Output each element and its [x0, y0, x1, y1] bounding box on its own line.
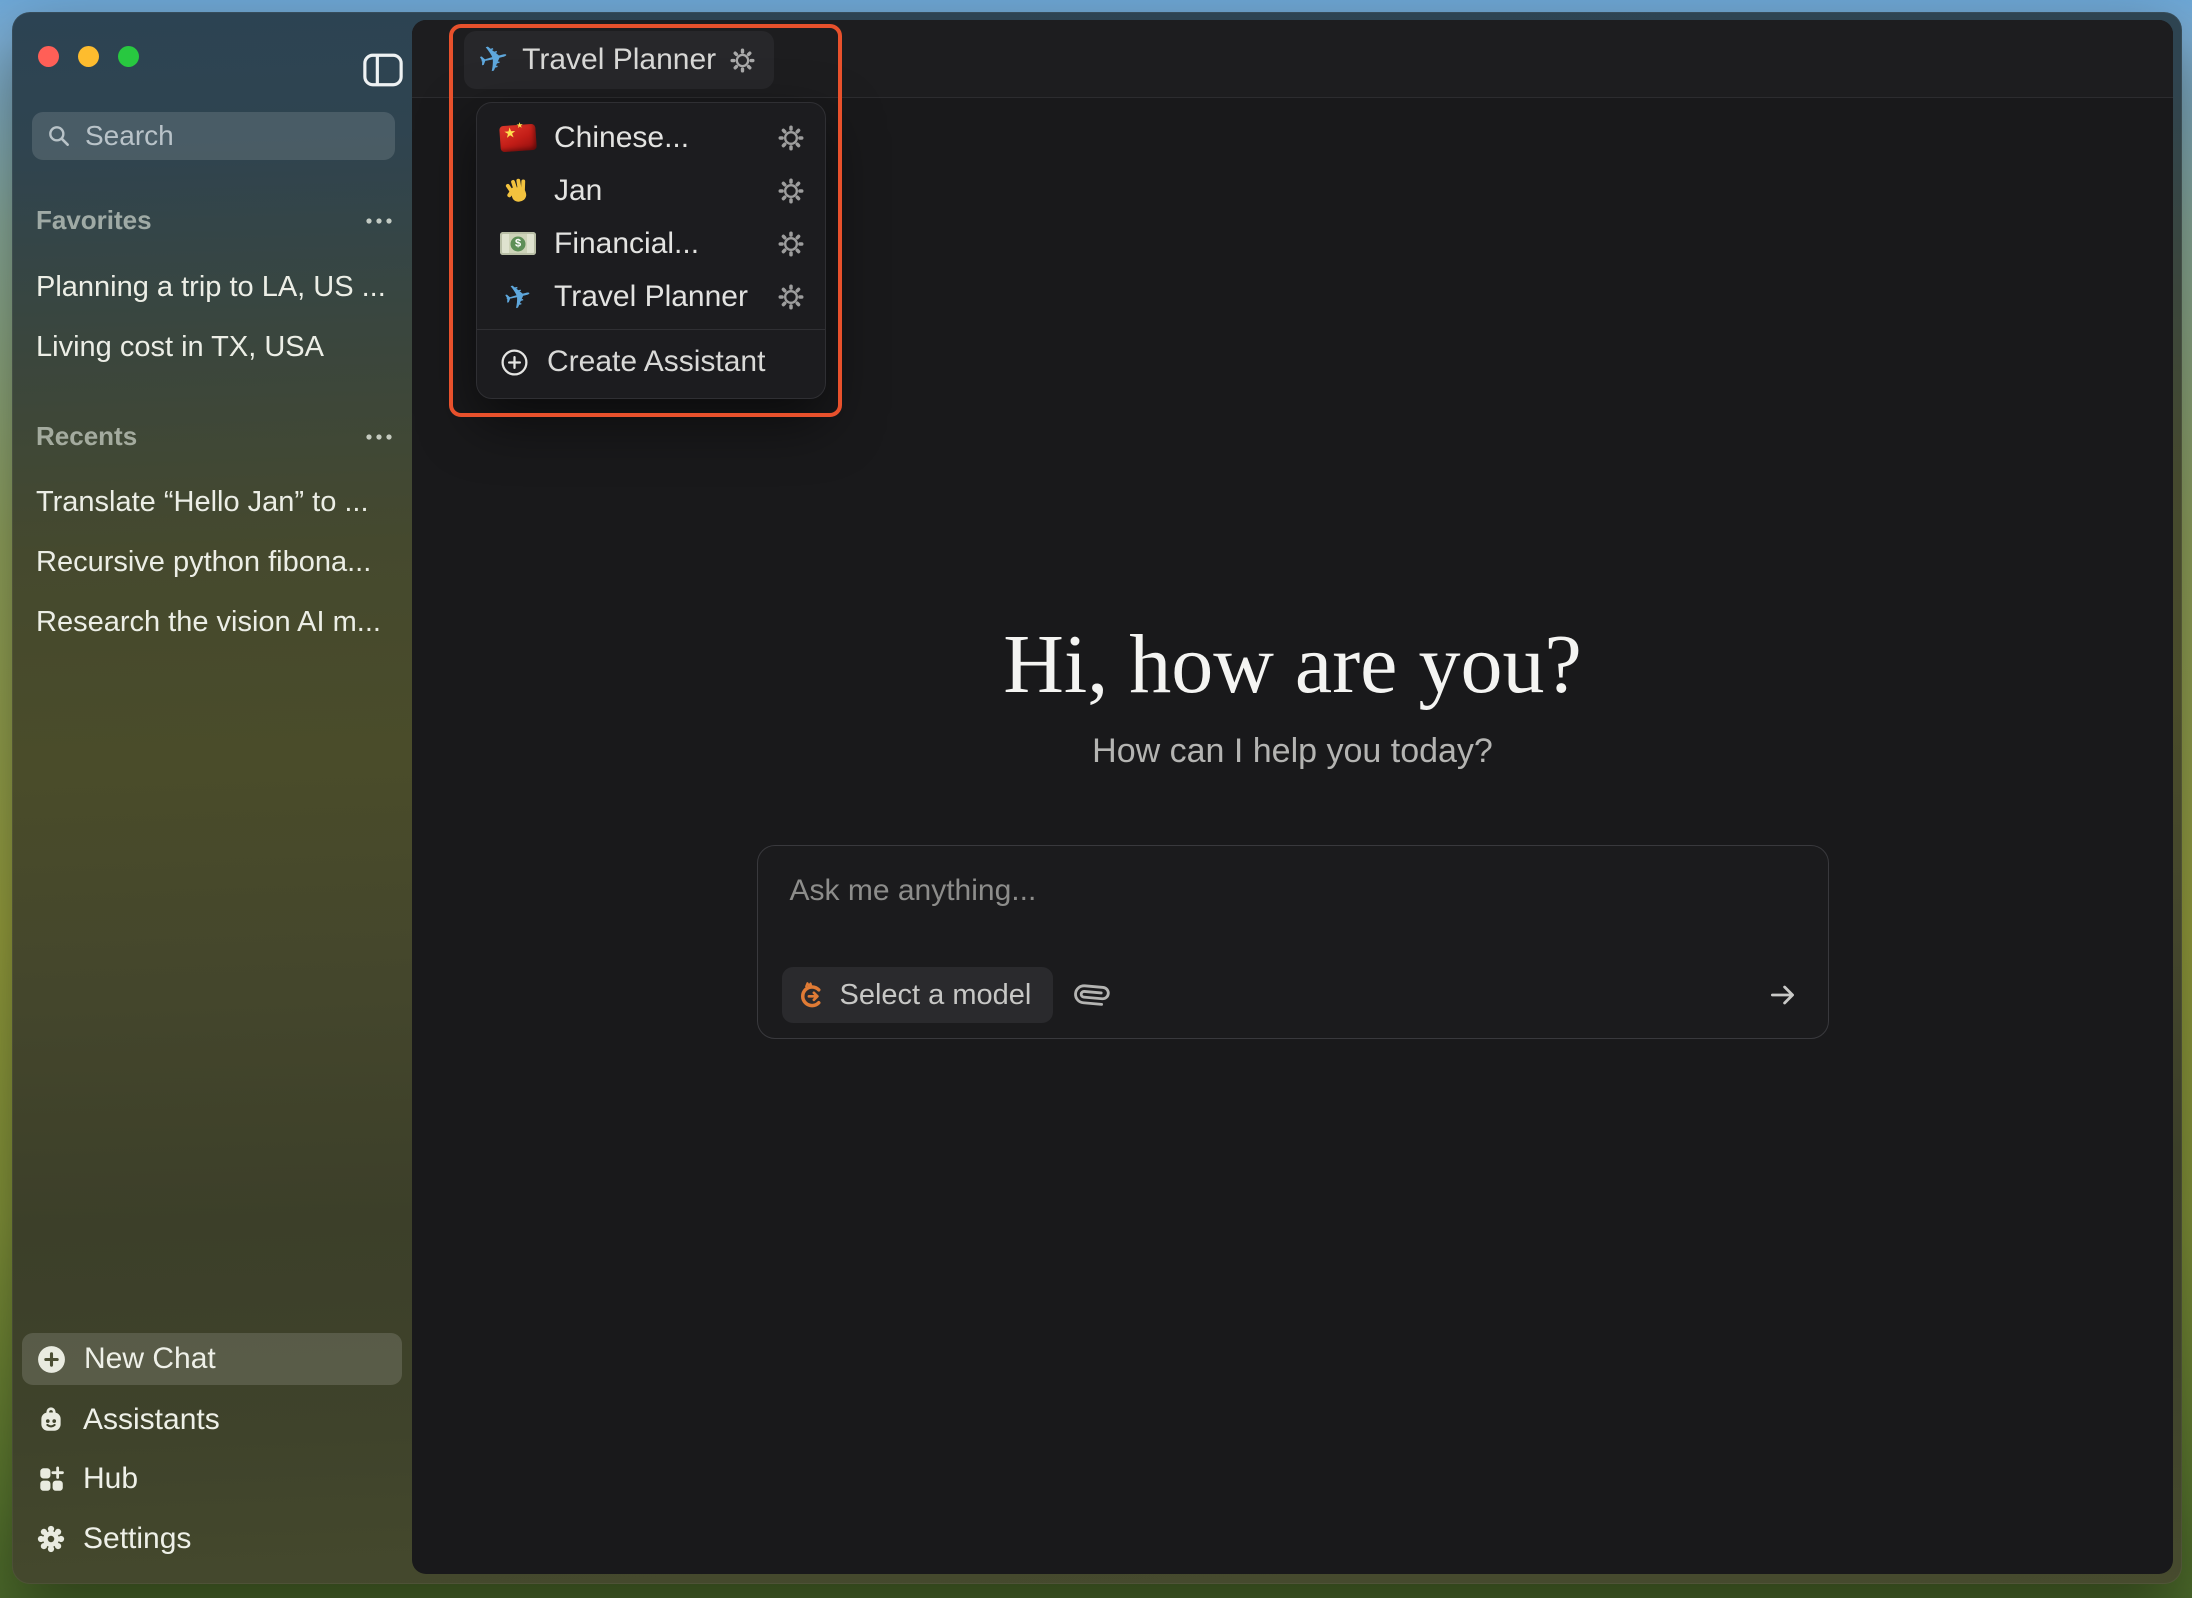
waving-hand-icon [501, 174, 535, 208]
close-button[interactable] [38, 46, 59, 67]
send-button[interactable] [1766, 978, 1800, 1012]
app-window: Favorites Planning a trip to LA, US ... … [12, 12, 2182, 1584]
main-pane: ✈ Travel Planner Chinese... Jan [412, 20, 2173, 1574]
gear-icon [777, 177, 805, 205]
traffic-lights [38, 46, 139, 67]
assistant-selector-button[interactable]: ✈ Travel Planner [464, 31, 774, 89]
dollar-banknote-icon [500, 232, 536, 255]
hub-grid-icon [36, 1464, 66, 1494]
recent-chat-item[interactable]: Recursive python fibona... [36, 542, 396, 582]
nav-label: Settings [83, 1522, 191, 1556]
settings-gear-icon [36, 1524, 66, 1554]
recent-chat-item[interactable]: Translate “Hello Jan” to ... [36, 482, 396, 522]
chat-input[interactable] [788, 872, 1798, 938]
assistant-menu: Chinese... Jan Financial... ✈ [476, 102, 826, 399]
assistant-menu-item-chinese[interactable]: Chinese... [477, 111, 825, 164]
search-bar [32, 112, 395, 160]
gear-icon [777, 230, 805, 258]
assistant-menu-item-travel-planner[interactable]: ✈ Travel Planner [477, 270, 825, 323]
favorite-chat-item[interactable]: Living cost in TX, USA [36, 327, 396, 367]
assistant-settings-button[interactable] [777, 230, 805, 258]
select-model-label: Select a model [840, 979, 1032, 1012]
sidebar-item-settings[interactable]: Settings [22, 1513, 402, 1565]
assistant-menu-item-jan[interactable]: Jan [477, 164, 825, 217]
composer-toolbar: Select a model [782, 967, 1800, 1023]
assistant-settings-button[interactable] [777, 177, 805, 205]
assistants-icon [36, 1405, 66, 1435]
nav-label: Hub [83, 1462, 138, 1496]
plus-circle-icon [36, 1344, 67, 1375]
chat-item-label: Translate “Hello Jan” to ... [36, 486, 369, 519]
recents-menu-button[interactable] [362, 428, 396, 444]
gear-icon [777, 283, 805, 311]
attach-file-button[interactable] [1075, 978, 1109, 1012]
paperclip-icon [1068, 971, 1116, 1019]
sidebar: Favorites Planning a trip to LA, US ... … [12, 12, 412, 1584]
menu-item-label: Chinese... [554, 121, 689, 155]
gear-icon [729, 47, 756, 74]
sidebar-item-assistants[interactable]: Assistants [22, 1394, 402, 1446]
sidebar-toggle-icon [362, 53, 404, 87]
greeting-subtitle: How can I help you today? [412, 731, 2173, 771]
assistant-settings-button[interactable] [777, 283, 805, 311]
ellipsis-icon [364, 432, 394, 442]
favorites-menu-button[interactable] [362, 212, 396, 228]
chat-composer: Select a model [757, 845, 1829, 1039]
assistant-settings-button[interactable] [777, 124, 805, 152]
jan-llama-icon [796, 980, 827, 1011]
chat-item-label: Planning a trip to LA, US ... [36, 271, 386, 304]
chat-item-label: Living cost in TX, USA [36, 331, 324, 364]
chat-item-label: Research the vision AI m... [36, 606, 381, 639]
chat-item-label: Recursive python fibona... [36, 546, 371, 579]
minimize-button[interactable] [78, 46, 99, 67]
search-input[interactable] [83, 119, 381, 153]
create-assistant-label: Create Assistant [547, 345, 765, 379]
recents-section-header: Recents [36, 421, 396, 451]
nav-label: New Chat [84, 1342, 216, 1376]
favorites-section-header: Favorites [36, 205, 396, 235]
plus-circle-outline-icon [499, 347, 530, 378]
zoom-button[interactable] [118, 46, 139, 67]
ellipsis-icon [364, 216, 394, 226]
nav-label: Assistants [83, 1403, 220, 1437]
sidebar-toggle-button[interactable] [362, 53, 404, 87]
sidebar-item-hub[interactable]: Hub [22, 1453, 402, 1505]
recents-label: Recents [36, 421, 137, 452]
send-arrow-icon [1766, 978, 1800, 1012]
favorites-label: Favorites [36, 205, 152, 236]
select-model-button[interactable]: Select a model [782, 967, 1054, 1023]
search-icon [46, 123, 72, 149]
create-assistant-button[interactable]: Create Assistant [477, 334, 825, 390]
menu-divider [477, 329, 825, 330]
favorite-chat-item[interactable]: Planning a trip to LA, US ... [36, 267, 396, 307]
airplane-icon: ✈ [475, 39, 513, 81]
greeting-title: Hi, how are you? [412, 621, 2173, 709]
assistant-menu-item-financial[interactable]: Financial... [477, 217, 825, 270]
menu-item-label: Travel Planner [554, 280, 748, 314]
assistant-selector-label: Travel Planner [522, 43, 716, 77]
new-chat-button[interactable]: New Chat [22, 1333, 402, 1385]
airplane-icon: ✈ [501, 277, 536, 316]
china-flag-icon [499, 123, 537, 151]
menu-item-label: Financial... [554, 227, 699, 261]
menu-item-label: Jan [554, 174, 602, 208]
recent-chat-item[interactable]: Research the vision AI m... [36, 602, 396, 642]
gear-icon [777, 124, 805, 152]
